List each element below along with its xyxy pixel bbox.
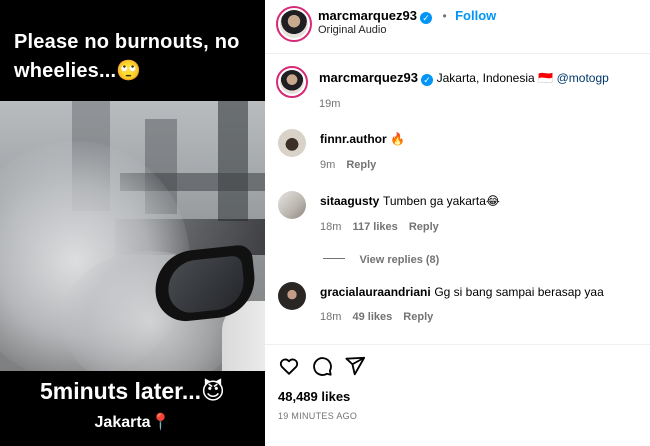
caption-author-avatar[interactable]	[276, 66, 308, 98]
comment-reply-button[interactable]: Reply	[409, 221, 439, 233]
view-replies-label: View replies (8)	[359, 254, 440, 266]
actions-divider	[265, 344, 650, 345]
comment-meta: 18m 117 likes Reply	[320, 221, 439, 233]
comment-likes[interactable]: 49 likes	[352, 311, 392, 323]
header-user-row: marcmarquez93 ✓ • Follow	[318, 7, 496, 25]
comment-username[interactable]: gracialauraandriani	[320, 285, 431, 299]
header-audio-label[interactable]: Original Audio	[318, 24, 387, 36]
comment-time: 18m	[320, 311, 342, 323]
caption-mention-link[interactable]: @motogp	[557, 71, 609, 85]
like-count[interactable]: 48,489 likes	[278, 389, 350, 404]
verified-badge-icon: ✓	[421, 74, 433, 86]
comment-meta: 18m 49 likes Reply	[320, 311, 433, 323]
author-avatar[interactable]	[276, 6, 312, 42]
comment-time: 18m	[320, 221, 342, 233]
comment-reply-button[interactable]: Reply	[403, 311, 433, 323]
comment-username[interactable]: finnr.author	[320, 132, 387, 146]
share-paper-plane-icon[interactable]	[344, 355, 366, 377]
video-caption-location: Jakarta📍	[94, 414, 171, 431]
comment-text: Tumben ga yakarta😂	[382, 194, 500, 208]
comment-meta: 9m Reply	[320, 159, 376, 171]
comment-time: 9m	[320, 159, 336, 171]
view-replies-button[interactable]: View replies (8)	[323, 250, 439, 268]
comment-row: finnr.author 🔥	[320, 131, 405, 146]
caption-username[interactable]: marcmarquez93	[319, 70, 418, 85]
post-caption: marcmarquez93 ✓ Jakarta, Indonesia 🇮🇩 @mo…	[319, 70, 609, 86]
video-caption-bottom: 5minuts later...😈	[39, 378, 226, 404]
follow-button[interactable]: Follow	[455, 8, 496, 23]
caption-author-avatar-image	[280, 70, 304, 94]
comment-text: Gg si bang sampai berasap yaa	[434, 285, 604, 299]
post-timestamp: 19 MINUTES AGO	[278, 411, 358, 421]
author-avatar-image	[280, 10, 308, 38]
comment-row: gracialauraandriani Gg si bang sampai be…	[320, 284, 604, 299]
comment-username[interactable]: sitaagusty	[320, 194, 379, 208]
comment-likes[interactable]: 117 likes	[352, 221, 397, 233]
header-dot-separator: •	[442, 9, 447, 23]
comment-text: 🔥	[390, 132, 406, 146]
verified-badge-icon: ✓	[420, 12, 432, 24]
comment-row: sitaagusty Tumben ga yakarta😂	[320, 193, 500, 208]
comment-avatar[interactable]	[278, 282, 306, 310]
view-replies-line	[323, 258, 345, 260]
video-caption-top: Please no burnouts, no wheelies...🙄	[14, 31, 240, 82]
reel-video-panel[interactable]: Please no burnouts, no wheelies...🙄 5min…	[0, 0, 265, 446]
caption-text: Jakarta, Indonesia 🇮🇩	[436, 71, 553, 85]
header-username[interactable]: marcmarquez93	[318, 8, 417, 23]
comment-reply-button[interactable]: Reply	[346, 159, 376, 171]
background-building	[218, 101, 248, 221]
comment-avatar[interactable]	[278, 129, 306, 157]
post-detail-panel: marcmarquez93 ✓ • Follow Original Audio m…	[265, 0, 650, 446]
like-heart-icon[interactable]	[278, 355, 300, 377]
caption-time: 19m	[319, 98, 341, 110]
comment-avatar[interactable]	[278, 191, 306, 219]
video-frame[interactable]	[0, 101, 265, 371]
comment-bubble-icon[interactable]	[311, 355, 333, 377]
header-divider	[265, 53, 650, 54]
